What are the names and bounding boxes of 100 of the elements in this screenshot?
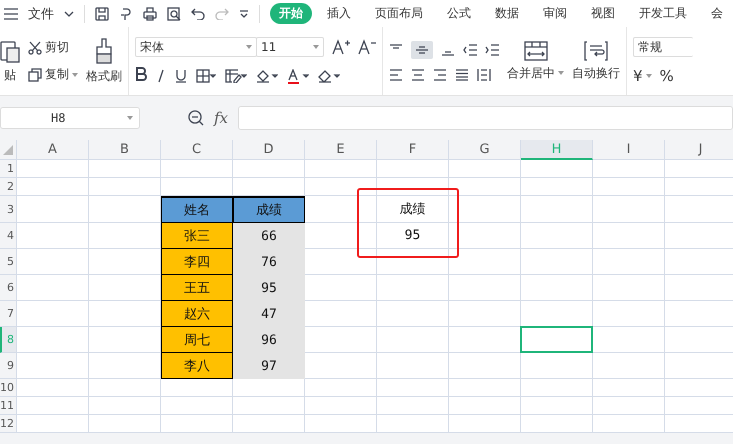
grid-cell[interactable] — [305, 160, 377, 178]
percent-button[interactable]: % — [660, 67, 674, 85]
grid-cell[interactable] — [449, 275, 521, 301]
align-center-icon[interactable] — [411, 69, 425, 81]
align-left-icon[interactable] — [389, 69, 403, 81]
ribbon-tab[interactable]: 会 — [702, 3, 732, 24]
italic-icon[interactable] — [156, 69, 166, 83]
grid-cell[interactable] — [377, 379, 449, 397]
grid-cell[interactable] — [233, 397, 305, 415]
dropdown-icon[interactable] — [239, 10, 249, 18]
caret-icon[interactable] — [72, 72, 78, 76]
decrease-font-icon[interactable] — [358, 39, 376, 55]
bold-icon[interactable] — [135, 67, 147, 81]
grid-cell[interactable] — [305, 415, 377, 433]
save-icon[interactable] — [95, 6, 109, 20]
column-header[interactable]: A — [17, 140, 89, 160]
grid-cell[interactable] — [89, 379, 161, 397]
grid-cell[interactable] — [521, 397, 593, 415]
grid-cell[interactable] — [449, 397, 521, 415]
grid-cell[interactable] — [593, 178, 665, 196]
grid-cell[interactable] — [17, 301, 89, 327]
grid-cell[interactable] — [521, 379, 593, 397]
grid-cell[interactable] — [233, 160, 305, 178]
font-size-field[interactable]: 11 — [256, 37, 324, 57]
select-all-corner[interactable] — [0, 140, 17, 160]
cell-style-icon[interactable] — [225, 69, 247, 83]
grid-cell[interactable] — [161, 160, 233, 178]
ribbon-tab[interactable]: 开发工具 — [630, 3, 696, 24]
grid-cell[interactable] — [17, 397, 89, 415]
wrap-text-button[interactable]: 自动换行 — [572, 40, 620, 82]
caret-icon[interactable] — [558, 71, 564, 75]
ribbon-tab[interactable]: 审阅 — [534, 3, 576, 24]
selected-cell[interactable] — [520, 326, 593, 353]
file-menu[interactable]: 文件 — [28, 4, 54, 22]
ribbon-tab[interactable]: 视图 — [582, 3, 624, 24]
grid-cell[interactable] — [161, 415, 233, 433]
grid-cell[interactable] — [377, 415, 449, 433]
grid-cell[interactable] — [521, 415, 593, 433]
grid-cell[interactable] — [233, 415, 305, 433]
merge-center-button[interactable]: 合并居中 — [507, 40, 564, 82]
eraser-icon[interactable] — [318, 69, 340, 83]
grid-cell[interactable] — [377, 275, 449, 301]
underline-icon[interactable] — [175, 69, 187, 83]
grid-cell[interactable] — [521, 160, 593, 178]
row-header[interactable]: 5 — [0, 249, 17, 275]
grid-cell[interactable] — [89, 178, 161, 196]
grid-cell[interactable] — [593, 415, 665, 433]
row-header[interactable]: 12 — [0, 415, 17, 433]
grid-cell[interactable] — [377, 327, 449, 353]
ribbon-tab[interactable]: 数据 — [486, 3, 528, 24]
grid-cell[interactable] — [377, 301, 449, 327]
grid-cell[interactable] — [305, 178, 377, 196]
caret-icon[interactable] — [127, 116, 133, 120]
grid-cell[interactable] — [17, 275, 89, 301]
grid-cell[interactable] — [89, 160, 161, 178]
currency-button[interactable]: ¥ — [633, 67, 652, 85]
grid-cell[interactable] — [377, 160, 449, 178]
column-header[interactable]: G — [449, 140, 521, 160]
row-header[interactable]: 11 — [0, 397, 17, 415]
row-header[interactable]: 2 — [0, 178, 17, 196]
grid-cell[interactable] — [377, 353, 449, 379]
row-header[interactable]: 4 — [0, 223, 17, 249]
formula-input[interactable] — [238, 106, 733, 130]
grid-cell[interactable] — [17, 223, 89, 249]
grid-cell[interactable] — [449, 178, 521, 196]
grid-cell[interactable] — [521, 353, 593, 379]
name-box[interactable]: H8 — [0, 107, 140, 129]
grid-cell[interactable] — [593, 249, 665, 275]
font-field[interactable]: 宋体 — [135, 37, 257, 57]
row-header[interactable]: 9 — [0, 353, 17, 379]
column-header[interactable]: E — [305, 140, 377, 160]
column-header[interactable]: J — [665, 140, 733, 160]
grid-cell[interactable] — [449, 353, 521, 379]
grid-cell[interactable] — [17, 196, 89, 223]
paste-button[interactable]: 贴 — [0, 38, 20, 84]
cut-button[interactable]: 剪切 — [28, 39, 78, 56]
grid-cell[interactable] — [449, 196, 521, 223]
grid-cell[interactable] — [593, 353, 665, 379]
row-header[interactable]: 1 — [0, 160, 17, 178]
grid-cell[interactable] — [521, 275, 593, 301]
ribbon-tab[interactable]: 公式 — [438, 3, 480, 24]
grid-cell[interactable] — [17, 249, 89, 275]
grid-cell[interactable] — [89, 415, 161, 433]
grid-cell[interactable] — [449, 379, 521, 397]
grid-cell[interactable] — [593, 397, 665, 415]
column-header[interactable]: B — [89, 140, 161, 160]
row-header[interactable]: 3 — [0, 196, 17, 223]
preview-icon[interactable] — [167, 6, 181, 20]
redo-icon[interactable] — [215, 8, 229, 20]
distributed-icon[interactable] — [477, 69, 491, 81]
caret-icon[interactable] — [313, 45, 319, 49]
grid-cell[interactable] — [593, 223, 665, 249]
print-icon[interactable] — [143, 6, 157, 20]
grid-cell[interactable] — [17, 379, 89, 397]
caret-icon[interactable] — [246, 45, 252, 49]
grid-cell[interactable] — [449, 415, 521, 433]
number-format-field[interactable]: 常规 — [633, 37, 693, 57]
grid-cell[interactable] — [305, 397, 377, 415]
grid-cell[interactable] — [449, 301, 521, 327]
grid-cell[interactable] — [377, 249, 449, 275]
